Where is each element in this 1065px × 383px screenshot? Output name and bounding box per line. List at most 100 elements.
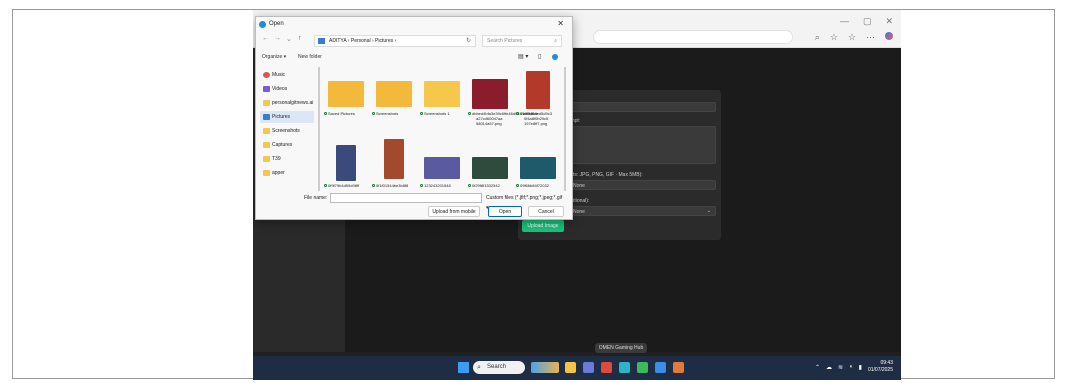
cancel-button[interactable]: Cancel — [528, 206, 564, 217]
image-thumbnail — [472, 79, 508, 109]
refresh-icon[interactable]: ↻ — [466, 36, 471, 46]
folder-icon — [263, 142, 270, 148]
app-icon[interactable] — [655, 362, 666, 373]
dialog-toolbar: Organize ▾ New folder ▤ ▾ ▯ — [256, 51, 572, 65]
sidebar-item-captures[interactable]: Captures — [260, 139, 314, 151]
file-caption-line3: 197e8ff7.png — [524, 121, 548, 126]
search-icon: ⌕ — [554, 38, 557, 44]
file-item[interactable]: 09f66b84f72032 — [516, 133, 560, 189]
minimize-icon[interactable]: — — [840, 16, 849, 27]
more-menu-icon[interactable]: ⋯ — [866, 32, 875, 43]
formats-label: mats: JPG, PNG, GIF · Max 5MB): — [566, 172, 643, 178]
file-type-select[interactable]: Custom files (*.jfif;*.png;*.jpeg;*.gif … — [486, 193, 566, 211]
upload-from-mobile-button[interactable]: Upload from mobile — [428, 206, 480, 217]
breadcrumb[interactable]: ADITYA › Personal › Pictures › ↻ — [314, 35, 476, 47]
sidebar-item-label: Videos — [272, 86, 288, 92]
file-item[interactable]: 0f1f01544be3b8f8 — [372, 133, 416, 189]
image-thumbnail — [384, 139, 404, 179]
chevron-down-icon[interactable]: ⌄ — [286, 35, 292, 43]
clock-date: 01/07/2025 — [867, 367, 893, 373]
organize-menu[interactable]: Organize ▾ — [262, 54, 286, 60]
sidebar-item-folder[interactable]: personalgitnews.ai — [260, 97, 314, 109]
desktop-screen: — ▢ ✕ ⌕ ☆ ☆ ⋯ rompt: mats: JPG, PNG, GIF… — [253, 10, 901, 380]
widget-icon[interactable] — [531, 362, 559, 373]
back-icon[interactable]: ← — [262, 35, 269, 42]
sidebar-item-label: Music — [272, 72, 286, 78]
maximize-icon[interactable]: ▢ — [863, 16, 872, 27]
favorite-star-icon[interactable]: ☆ — [830, 32, 838, 43]
folder-icon — [424, 81, 460, 107]
file-item[interactable]: Screenshots — [372, 67, 416, 127]
sidebar-item-music[interactable]: Music — [260, 69, 314, 81]
wifi-icon[interactable]: ≋ — [838, 364, 843, 371]
file-item[interactable]: 123243201548 — [420, 133, 464, 189]
file-explorer-icon[interactable] — [565, 362, 576, 373]
sidebar-item-apper[interactable]: apper — [260, 167, 314, 179]
file-name-input[interactable] — [330, 193, 482, 203]
sync-check-icon — [420, 184, 423, 187]
window-controls: — ▢ ✕ — [840, 16, 893, 27]
help-icon[interactable] — [552, 54, 558, 60]
volume-icon[interactable]: ◖ — [849, 364, 853, 370]
sidebar-item-pictures[interactable]: Pictures — [260, 111, 314, 123]
sync-check-icon — [324, 112, 327, 115]
dialog-title: Open — [256, 17, 572, 31]
chrome-icon[interactable] — [637, 362, 648, 373]
sidebar-item-screenshots[interactable]: Screenshots — [260, 125, 314, 137]
open-button[interactable]: Open — [488, 206, 522, 217]
search-input[interactable]: Search Pictures ⌕ — [482, 35, 562, 47]
file-caption: 0f1f01544be3b8f8 — [376, 183, 409, 188]
app-icon[interactable] — [583, 362, 594, 373]
edge-icon[interactable] — [619, 362, 630, 373]
file-name-label: File name: — [304, 195, 328, 201]
copilot-icon[interactable] — [885, 32, 893, 40]
start-icon[interactable] — [458, 362, 469, 373]
folder-icon — [328, 81, 364, 107]
chevron-up-icon[interactable]: ⌃ — [815, 364, 820, 371]
app-icon[interactable] — [601, 362, 612, 373]
file-caption: 123243201548 — [424, 183, 451, 188]
breadcrumb-text: ADITYA › Personal › Pictures › — [329, 38, 397, 44]
videos-icon — [263, 86, 270, 92]
file-caption: 09f66b84f72032 — [520, 183, 549, 188]
preview-pane-icon[interactable]: ▯ — [538, 53, 541, 60]
clock[interactable]: 09:43 01/07/2025 — [868, 360, 893, 374]
nav-pane-scrollbar[interactable] — [318, 67, 320, 191]
file-item[interactable]: 0f9f79b4d59d98ff — [324, 133, 368, 189]
folder-icon — [376, 81, 412, 107]
address-bar[interactable] — [593, 30, 793, 44]
file-item[interactable]: Saved Pictures — [324, 67, 368, 127]
file-list-scrollbar[interactable] — [564, 67, 566, 191]
omen-gaming-hub-button[interactable]: OMEN Gaming Hub — [595, 343, 647, 353]
upload-image-button[interactable]: Upload Image — [522, 220, 564, 232]
file-item[interactable]: d4ff8fd6ded5d9c3 0f4a8f0b29c5 197e8ff7.p… — [516, 67, 560, 127]
close-icon[interactable]: ✕ — [557, 19, 564, 28]
sidebar-item-label: Screenshots — [272, 128, 300, 134]
file-caption: Screenshots 1 — [424, 111, 450, 116]
taskbar-search[interactable]: ⌕ Search — [473, 361, 525, 374]
file-caption: 0f29f8f1532542 — [472, 183, 500, 188]
file-caption: Saved Pictures — [328, 111, 355, 116]
close-window-icon[interactable]: ✕ — [885, 16, 893, 27]
app-icon[interactable] — [673, 362, 684, 373]
sidebar-item-t39[interactable]: T39 — [260, 153, 314, 165]
cloud-icon[interactable]: ☁ — [826, 364, 832, 371]
new-folder-button[interactable]: New folder — [298, 54, 322, 60]
file-item[interactable]: dbbed4bfa3e39c6ffe46d04f7aa5d8de a27cd60… — [468, 67, 538, 127]
forward-icon[interactable]: → — [274, 35, 281, 42]
zoom-icon[interactable]: ⌕ — [815, 32, 820, 43]
file-item[interactable]: 0f29f8f1532542 — [468, 133, 512, 189]
music-icon — [263, 72, 270, 78]
favorites-icon[interactable]: ☆ — [848, 32, 856, 43]
file-item[interactable]: Screenshots 1 — [420, 67, 464, 127]
battery-icon[interactable]: ▮ — [859, 364, 862, 371]
sync-check-icon — [420, 112, 423, 115]
option-select-value: None — [573, 209, 585, 215]
file-open-dialog: Open ✕ ← → ⌄ ↑ ADITYA › Personal › Pictu… — [255, 16, 573, 220]
up-icon[interactable]: ↑ — [298, 35, 302, 42]
sync-check-icon — [324, 184, 327, 187]
sync-check-icon — [468, 112, 471, 115]
dialog-nav: ← → ⌄ ↑ ADITYA › Personal › Pictures › ↻… — [256, 33, 572, 49]
sidebar-item-videos[interactable]: Videos — [260, 83, 314, 95]
view-options-icon[interactable]: ▤ ▾ — [518, 53, 528, 60]
